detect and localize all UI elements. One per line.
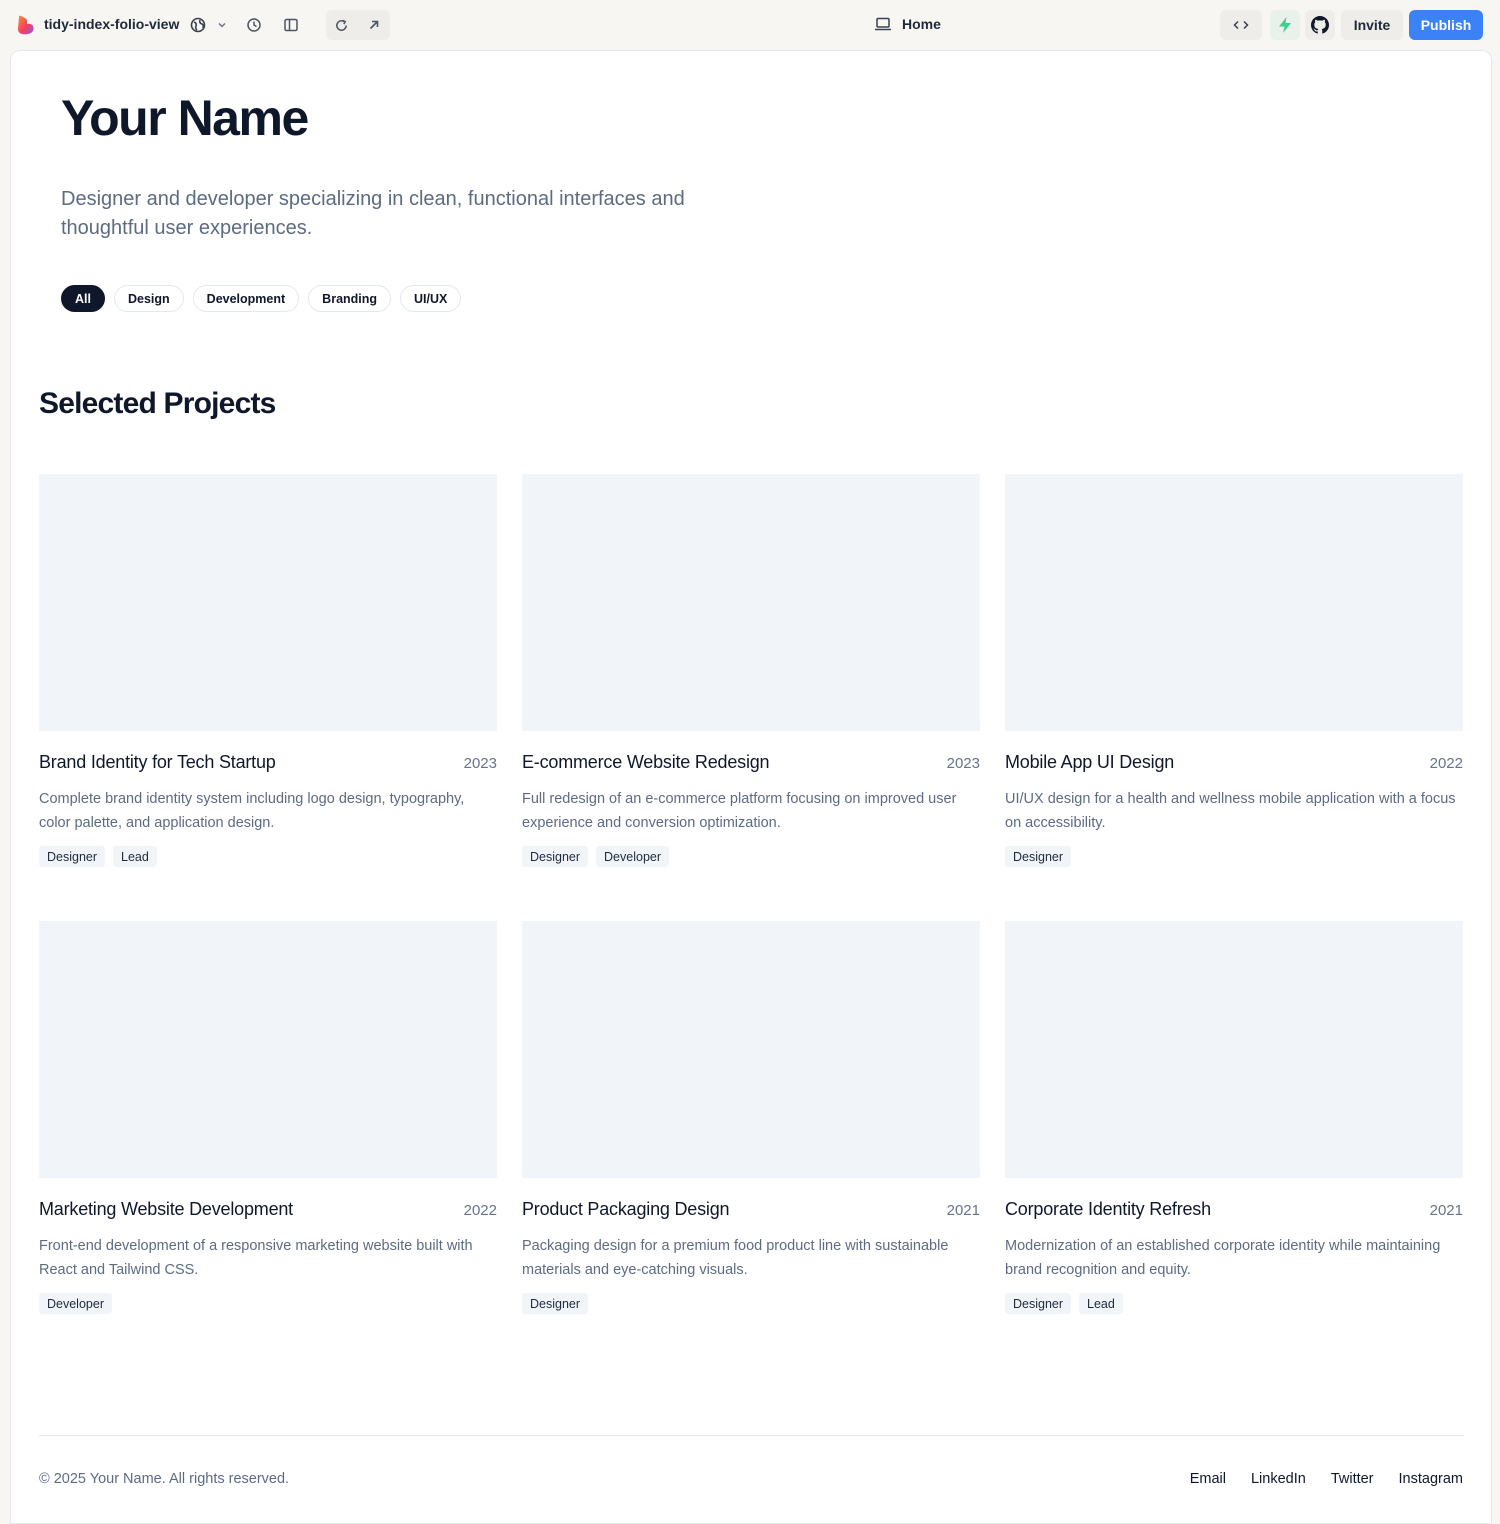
preview-controls [326, 10, 390, 40]
footer-link-twitter[interactable]: Twitter [1331, 1471, 1374, 1487]
project-tag: Developer [596, 846, 670, 867]
project-description: Complete brand identity system including… [39, 791, 465, 831]
open-external-icon[interactable] [363, 14, 385, 36]
project-card[interactable]: Marketing Website Development 2022 Front… [39, 921, 497, 1368]
page-selector[interactable]: Home [874, 16, 941, 32]
project-title: Product Packaging Design [522, 1199, 730, 1219]
footer-copyright: © 2025 Your Name. All rights reserved. [39, 1471, 290, 1487]
globe-icon[interactable] [187, 14, 209, 36]
project-description: Packaging design for a premium food prod… [522, 1238, 949, 1278]
project-image [1005, 921, 1463, 1178]
code-view-button[interactable] [1220, 10, 1262, 40]
project-description: Modernization of an established corporat… [1005, 1238, 1441, 1278]
code-icon [1233, 20, 1249, 30]
history-icon[interactable] [243, 14, 265, 36]
project-year: 2022 [463, 1202, 497, 1219]
project-name[interactable]: tidy-index-folio-view [44, 16, 179, 32]
hero-name: Your Name [61, 90, 309, 146]
refresh-icon[interactable] [330, 14, 352, 36]
project-year: 2023 [946, 755, 980, 772]
supabase-button[interactable] [1270, 10, 1300, 40]
project-title: E-commerce Website Redesign [522, 752, 770, 772]
preview-frame: Your Name Designer and developer special… [10, 50, 1492, 1524]
footer-divider [39, 1435, 1464, 1436]
project-card[interactable]: Product Packaging Design 2021 Packaging … [522, 921, 980, 1368]
project-title: Corporate Identity Refresh [1005, 1199, 1211, 1219]
footer-link-email[interactable]: Email [1190, 1471, 1226, 1487]
project-year: 2023 [463, 755, 497, 772]
sidebar-toggle-icon[interactable] [280, 14, 302, 36]
project-tag: Designer [1005, 1293, 1072, 1314]
app-toolbar: tidy-index-folio-view Home Invite Publis… [0, 0, 1500, 50]
hero-tagline: Designer and developer specializing in c… [61, 188, 685, 239]
footer-link-instagram[interactable]: Instagram [1399, 1471, 1463, 1487]
project-tag: Designer [522, 1293, 589, 1314]
github-icon [1311, 16, 1329, 34]
project-tag: Lead [113, 846, 157, 867]
project-tag: Designer [522, 846, 589, 867]
app-logo-icon[interactable] [16, 15, 36, 35]
project-card[interactable]: E-commerce Website Redesign 2023 Full re… [522, 474, 980, 921]
laptop-icon [875, 17, 891, 31]
project-description: Front-end development of a responsive ma… [39, 1238, 473, 1278]
project-card[interactable]: Corporate Identity Refresh 2021 Moderniz… [1005, 921, 1463, 1368]
page-label: Home [902, 16, 941, 32]
project-description: Full redesign of an e-commerce platform … [522, 791, 957, 831]
project-tag: Designer [1005, 846, 1072, 867]
project-image [1005, 474, 1463, 731]
project-year: 2021 [1429, 1202, 1463, 1219]
project-card[interactable]: Brand Identity for Tech Startup 2023 Com… [39, 474, 497, 921]
project-card[interactable]: Mobile App UI Design 2022 UI/UX design f… [1005, 474, 1463, 921]
project-title: Marketing Website Development [39, 1199, 293, 1219]
filter-all[interactable]: All [61, 285, 105, 312]
project-tag: Developer [39, 1293, 112, 1314]
footer-link-linkedin[interactable]: LinkedIn [1251, 1471, 1306, 1487]
filter-design[interactable]: Design [113, 285, 184, 312]
project-year: 2022 [1429, 755, 1463, 772]
bolt-icon [1279, 17, 1291, 33]
footer-links: Email LinkedIn Twitter Instagram [1190, 1471, 1463, 1487]
project-tag: Lead [1079, 1293, 1123, 1314]
project-tag: Designer [39, 846, 106, 867]
project-description: UI/UX design for a health and wellness m… [1005, 791, 1456, 831]
project-title: Brand Identity for Tech Startup [39, 752, 276, 772]
filter-bar: All Design Development Branding UI/UX [61, 285, 462, 312]
chevron-down-icon[interactable] [211, 14, 233, 36]
project-image [522, 921, 980, 1178]
project-grid: Brand Identity for Tech Startup 2023 Com… [39, 474, 1464, 1368]
filter-development[interactable]: Development [192, 285, 300, 312]
invite-button[interactable]: Invite [1341, 10, 1403, 40]
project-year: 2021 [946, 1202, 980, 1219]
project-image [39, 921, 497, 1178]
publish-button[interactable]: Publish [1409, 10, 1483, 40]
filter-branding[interactable]: Branding [308, 285, 392, 312]
project-image [522, 474, 980, 731]
section-title: Selected Projects [39, 387, 276, 420]
github-button[interactable] [1305, 10, 1335, 40]
project-title: Mobile App UI Design [1005, 752, 1175, 772]
project-image [39, 474, 497, 731]
filter-ui-ux[interactable]: UI/UX [400, 285, 462, 312]
